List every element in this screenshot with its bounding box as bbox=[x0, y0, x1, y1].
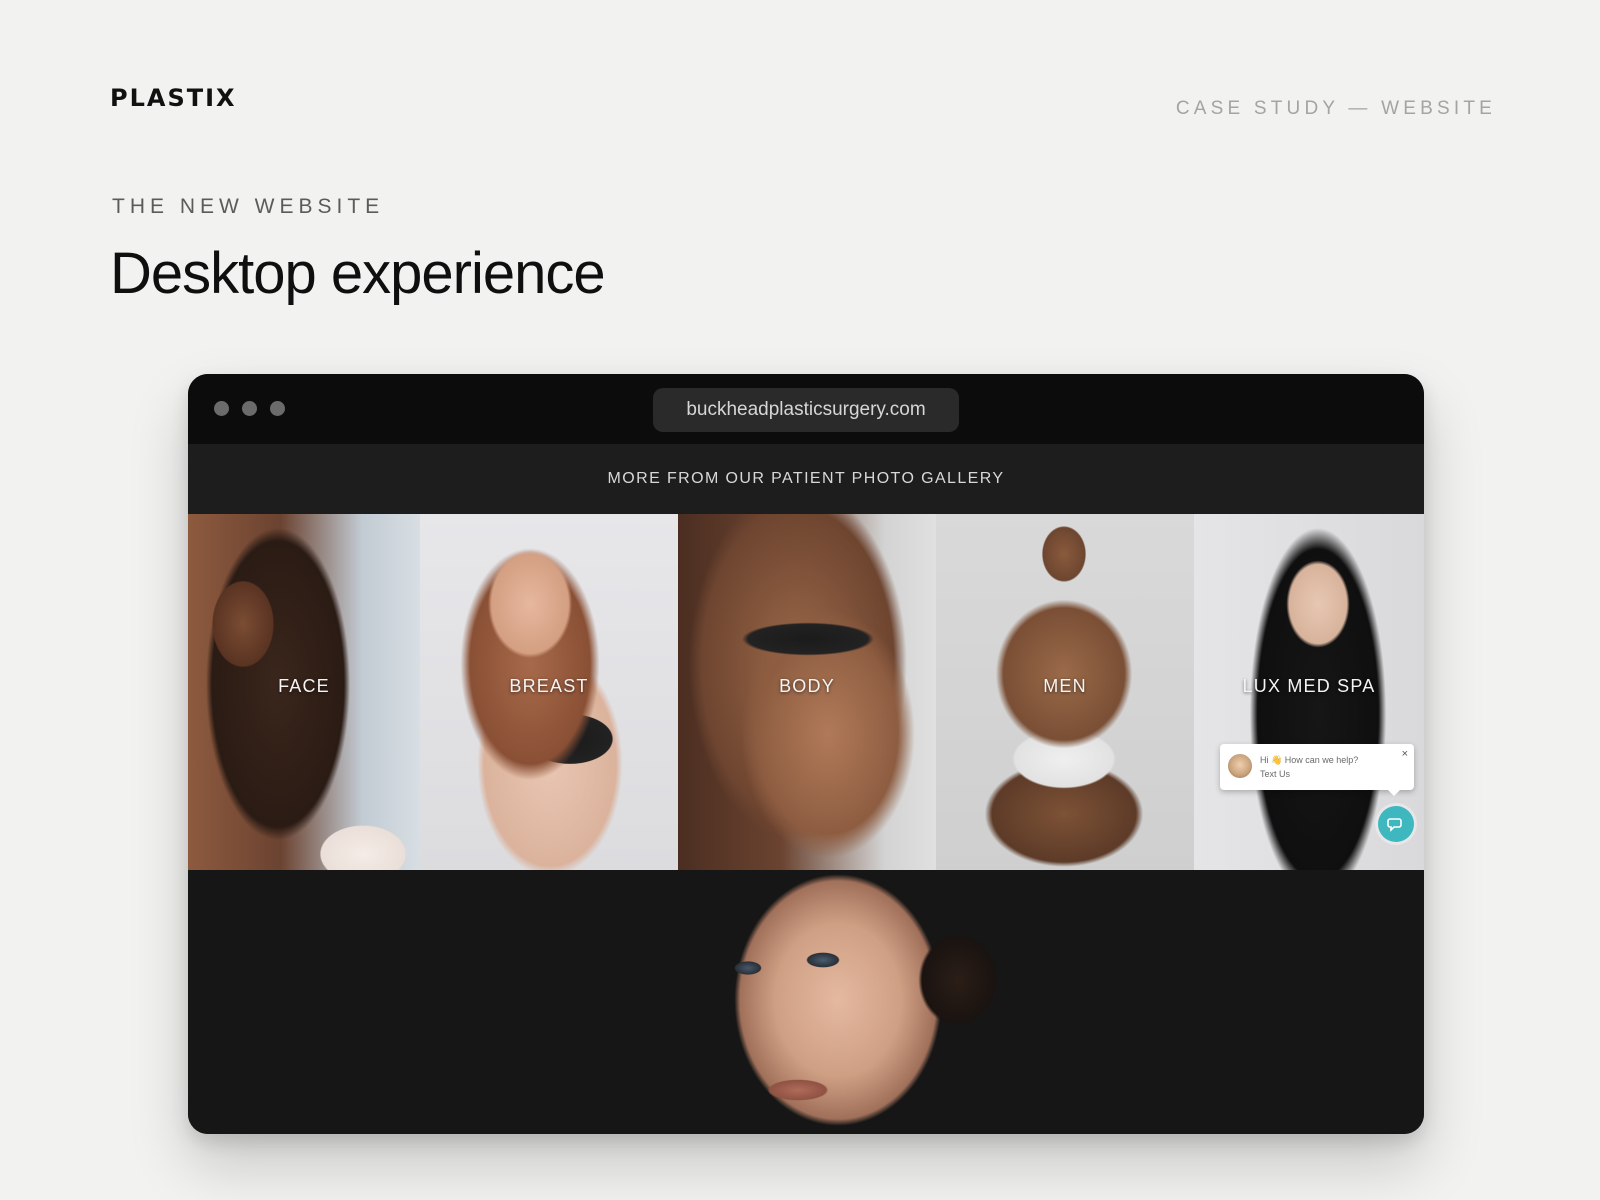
chat-launcher-button[interactable] bbox=[1378, 806, 1414, 842]
plastix-logo: PLASTIX bbox=[110, 84, 237, 112]
category-label: BODY bbox=[779, 676, 835, 696]
section-eyebrow: THE NEW WEBSITE bbox=[112, 195, 385, 218]
chat-popup[interactable]: Hi 👋 How can we help? Text Us × bbox=[1220, 744, 1414, 796]
window-control-dot[interactable] bbox=[270, 401, 285, 416]
category-label: LUX MED SPA bbox=[1242, 676, 1376, 696]
category-label: BREAST bbox=[509, 676, 589, 696]
category-tile-breast[interactable]: BREAST bbox=[420, 514, 678, 870]
category-tile-body[interactable]: BODY bbox=[678, 514, 936, 870]
chat-agent-avatar bbox=[1228, 754, 1252, 778]
url-bar[interactable]: buckheadplasticsurgery.com bbox=[653, 388, 959, 432]
case-study-label: CASE STUDY — WEBSITE bbox=[1175, 98, 1496, 119]
section-title: Desktop experience bbox=[110, 241, 606, 306]
category-label: MEN bbox=[1043, 676, 1087, 696]
category-tile-lux-med-spa[interactable]: LUX MED SPA Hi 👋 How can we help? Text U… bbox=[1194, 514, 1424, 870]
chat-message-line: Text Us bbox=[1260, 769, 1291, 779]
close-icon[interactable]: × bbox=[1402, 748, 1408, 760]
gallery-category-tiles: FACE BREAST BODY MEN LUX MED SPA Hi 👋 Ho… bbox=[188, 514, 1424, 870]
hero-banner bbox=[188, 870, 1424, 1134]
window-control-dot[interactable] bbox=[242, 401, 257, 416]
category-tile-face[interactable]: FACE bbox=[188, 514, 420, 870]
chat-message-line: Hi 👋 How can we help? bbox=[1260, 755, 1359, 765]
hero-portrait-image bbox=[688, 870, 1048, 1134]
chat-message: Hi 👋 How can we help? Text Us bbox=[1260, 753, 1358, 781]
category-tile-men[interactable]: MEN bbox=[936, 514, 1194, 870]
browser-mockup: buckheadplasticsurgery.com MORE FROM OUR… bbox=[188, 374, 1424, 1134]
gallery-heading: MORE FROM OUR PATIENT PHOTO GALLERY bbox=[188, 444, 1424, 514]
window-control-dot[interactable] bbox=[214, 401, 229, 416]
chat-icon bbox=[1387, 818, 1402, 832]
browser-toolbar: buckheadplasticsurgery.com bbox=[188, 374, 1424, 444]
category-label: FACE bbox=[278, 676, 330, 696]
